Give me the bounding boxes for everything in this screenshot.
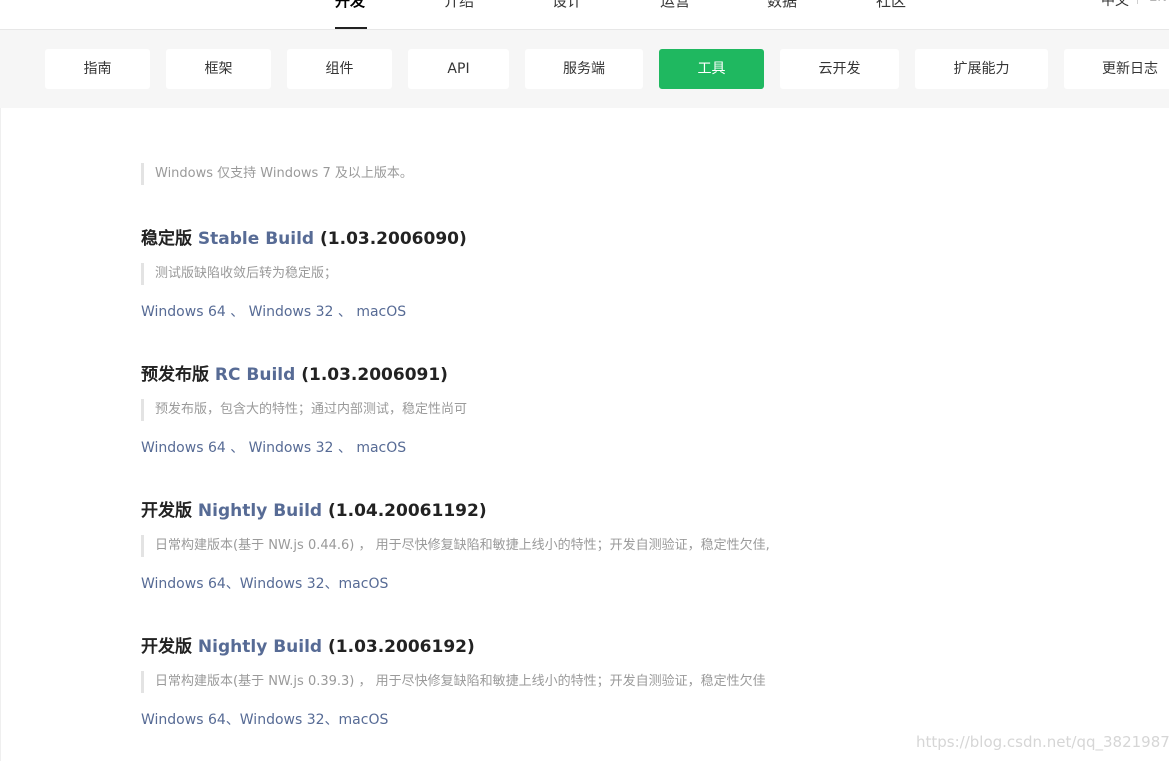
download-links-nightly-103: Windows 64、Windows 32、macOS <box>141 709 388 729</box>
build-heading-rc: 预发布版 RC Build (1.03.2006091) <box>141 360 448 385</box>
active-nav-indicator <box>335 27 367 29</box>
top-navigation: 开发 介绍 设计 运营 数据 社区 中文 EN <box>0 0 1169 30</box>
tab-api[interactable]: API <box>408 49 509 89</box>
windows-support-note: Windows 仅支持 Windows 7 及以上版本。 <box>141 163 413 185</box>
download-links-stable: Windows 64 、 Windows 32 、 macOS <box>141 301 406 321</box>
download-windows32-link[interactable]: Windows 32 <box>240 576 325 592</box>
build-type-label: 开发版 <box>141 501 198 521</box>
download-macos-link[interactable]: macOS <box>339 576 389 592</box>
link-separator: 、 <box>225 440 249 456</box>
build-version: (1.03.2006192) <box>322 637 475 657</box>
download-windows64-link[interactable]: Windows 64 <box>141 576 226 592</box>
tab-guide[interactable]: 指南 <box>45 49 150 89</box>
download-links-rc: Windows 64 、 Windows 32 、 macOS <box>141 437 406 457</box>
download-windows64-link[interactable]: Windows 64 <box>141 304 226 320</box>
link-separator: 、 <box>225 304 249 320</box>
link-separator: 、 <box>333 304 357 320</box>
build-note-nightly-103: 日常构建版本(基于 NW.js 0.39.3) ， 用于尽快修复缺陷和敏捷上线小… <box>141 671 766 693</box>
download-windows32-link[interactable]: Windows 32 <box>240 712 325 728</box>
build-note-stable: 测试版缺陷收敛后转为稳定版； <box>141 263 337 285</box>
lang-zh-link[interactable]: 中文 <box>1101 0 1129 10</box>
build-name: Nightly Build <box>197 637 323 657</box>
tab-framework[interactable]: 框架 <box>166 49 271 89</box>
build-name: Nightly Build <box>197 501 323 521</box>
link-separator: 、 <box>225 712 240 728</box>
tab-cloud-dev[interactable]: 云开发 <box>780 49 899 89</box>
build-version: (1.03.2006091) <box>295 365 448 385</box>
tab-extensions[interactable]: 扩展能力 <box>915 49 1048 89</box>
download-windows32-link[interactable]: Windows 32 <box>249 304 334 320</box>
tab-changelog[interactable]: 更新日志 <box>1064 49 1169 89</box>
build-heading-nightly-103: 开发版 Nightly Build (1.03.2006192) <box>141 632 475 657</box>
lang-en-link[interactable]: EN <box>1149 0 1167 5</box>
download-windows32-link[interactable]: Windows 32 <box>249 440 334 456</box>
build-name: Stable Build <box>197 229 315 249</box>
download-windows64-link[interactable]: Windows 64 <box>141 712 226 728</box>
nav-item-operate[interactable]: 运营 <box>660 0 690 11</box>
nav-item-design[interactable]: 设计 <box>552 0 582 11</box>
download-macos-link[interactable]: macOS <box>339 712 389 728</box>
tab-tools[interactable]: 工具 <box>659 49 764 89</box>
lang-divider <box>1137 0 1138 4</box>
nav-item-develop[interactable]: 开发 <box>335 0 365 11</box>
nav-item-intro[interactable]: 介绍 <box>444 0 474 11</box>
main-content <box>0 108 1169 761</box>
build-version: (1.03.2006090) <box>314 229 467 249</box>
build-note-nightly-104: 日常构建版本(基于 NW.js 0.44.6) ， 用于尽快修复缺陷和敏捷上线小… <box>141 535 770 557</box>
build-heading-nightly-104: 开发版 Nightly Build (1.04.20061192) <box>141 496 487 521</box>
link-separator: 、 <box>324 576 339 592</box>
link-separator: 、 <box>324 712 339 728</box>
download-macos-link[interactable]: macOS <box>356 304 406 320</box>
build-version: (1.04.20061192) <box>322 501 487 521</box>
download-macos-link[interactable]: macOS <box>356 440 406 456</box>
csdn-watermark: https://blog.csdn.net/qq_38219875 <box>916 733 1169 751</box>
tab-components[interactable]: 组件 <box>287 49 392 89</box>
link-separator: 、 <box>333 440 357 456</box>
nav-item-data[interactable]: 数据 <box>767 0 797 11</box>
build-type-label: 稳定版 <box>141 229 198 249</box>
build-heading-stable: 稳定版 Stable Build (1.03.2006090) <box>141 224 467 249</box>
link-separator: 、 <box>225 576 240 592</box>
sub-tab-bar: 指南 框架 组件 API 服务端 工具 云开发 扩展能力 更新日志 <box>0 30 1169 108</box>
build-name: RC Build <box>214 365 296 385</box>
download-windows64-link[interactable]: Windows 64 <box>141 440 226 456</box>
nav-item-community[interactable]: 社区 <box>876 0 906 11</box>
build-note-rc: 预发布版，包含大的特性；通过内部测试，稳定性尚可 <box>141 399 467 421</box>
tab-server[interactable]: 服务端 <box>525 49 643 89</box>
build-type-label: 开发版 <box>141 637 198 657</box>
download-links-nightly-104: Windows 64、Windows 32、macOS <box>141 573 388 593</box>
build-type-label: 预发布版 <box>141 365 215 385</box>
